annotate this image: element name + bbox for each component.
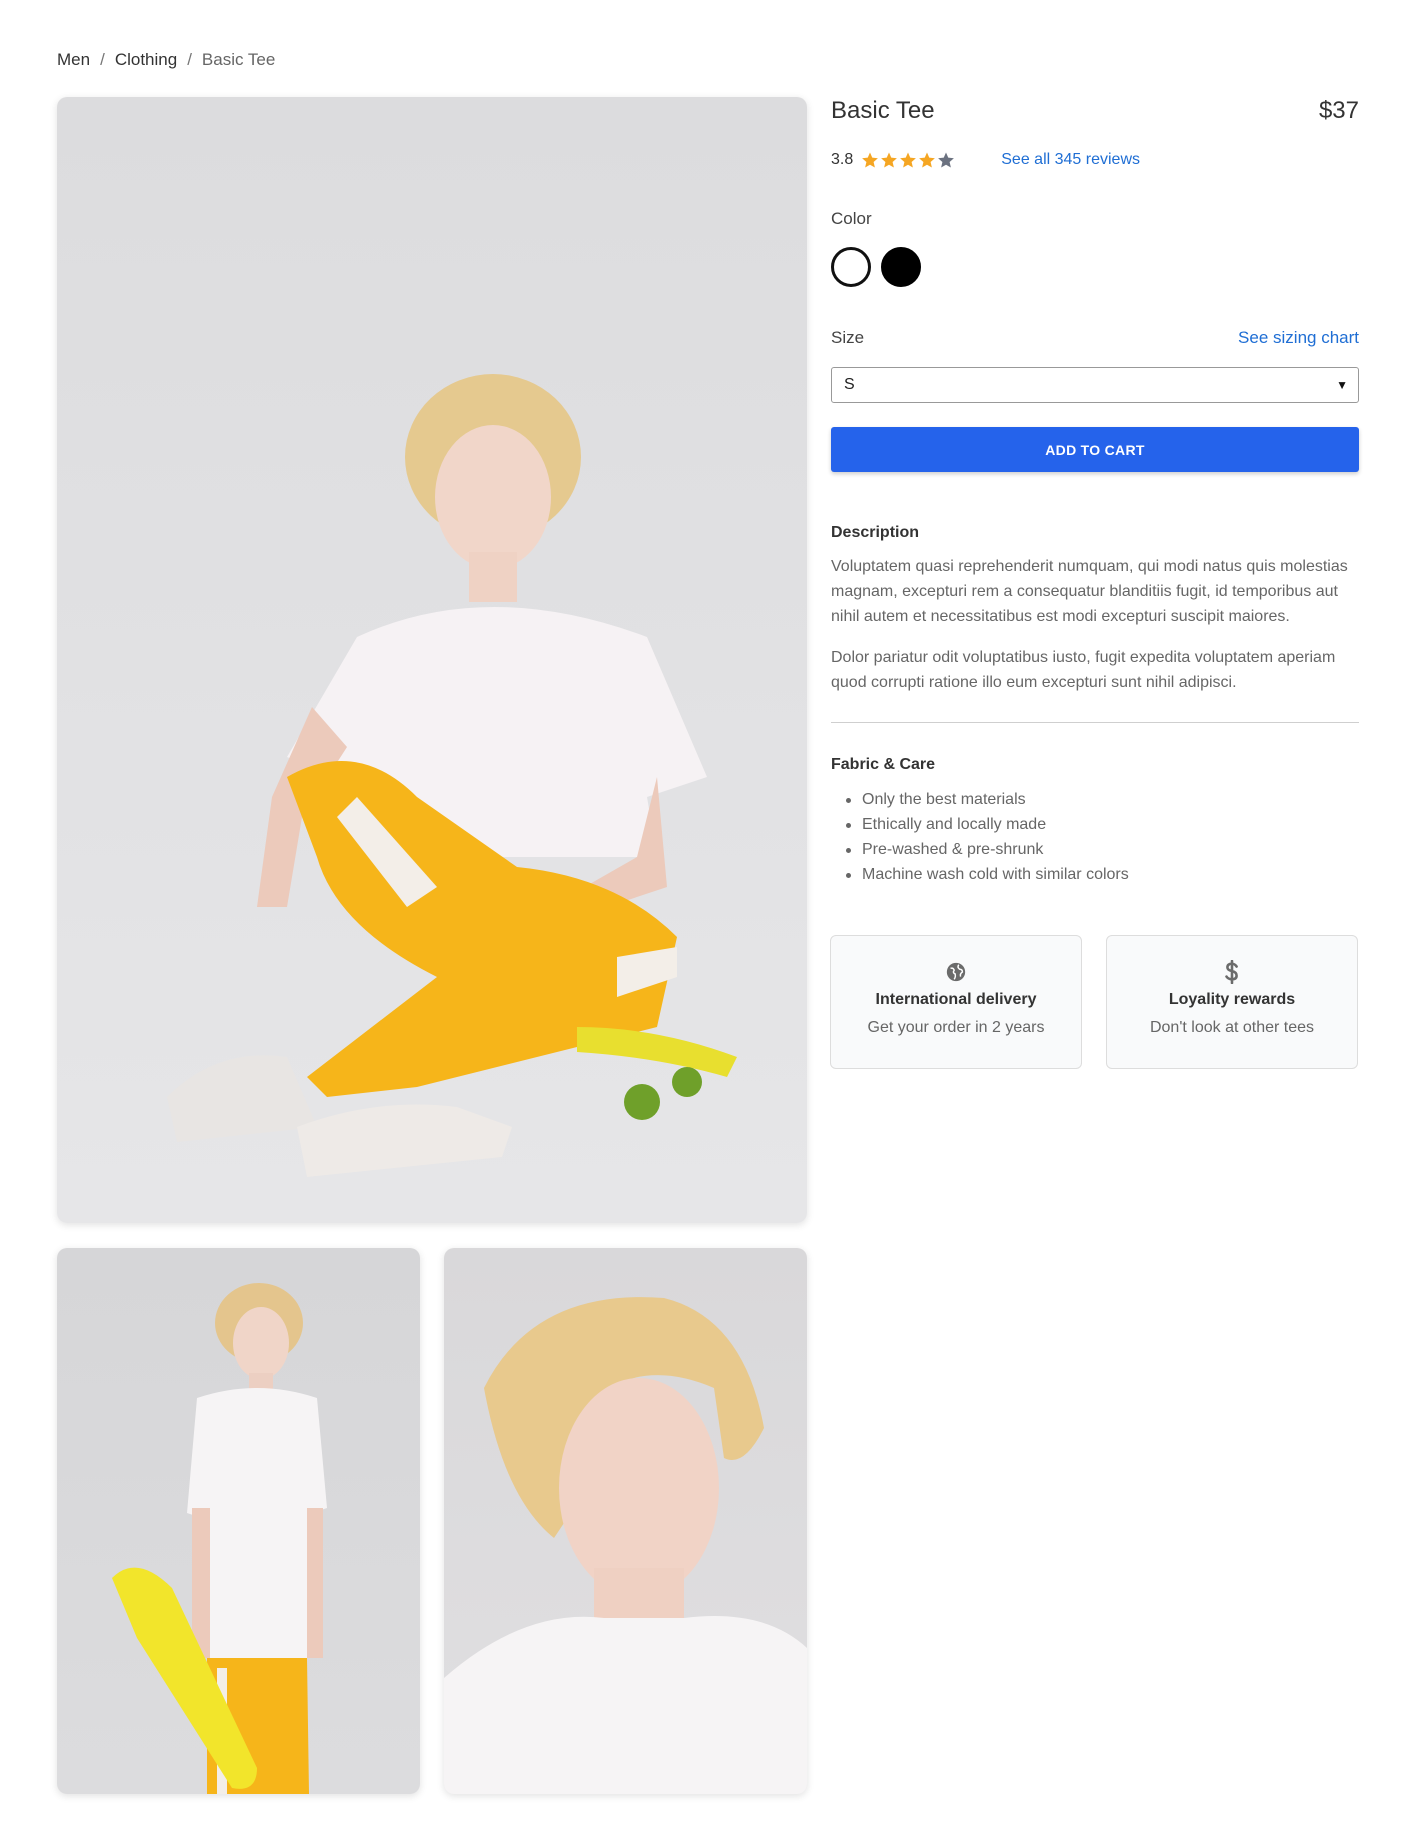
caret-down-icon: ▼ xyxy=(1336,378,1348,392)
see-sizing-chart-link[interactable]: See sizing chart xyxy=(1238,328,1359,348)
perk-title: Loyality rewards xyxy=(1168,991,1296,1008)
description-paragraph: Voluptatem quasi reprehenderit numquam, … xyxy=(831,558,1348,625)
product-full-body-photo xyxy=(57,1248,420,1794)
see-all-reviews-link[interactable]: See all 345 reviews xyxy=(1001,151,1140,169)
star-icon xyxy=(919,152,936,168)
rating-value: 3.8 xyxy=(831,151,854,168)
perk-text: Don't look at other tees xyxy=(1149,1019,1315,1036)
breadcrumb: Men / Clothing / Basic Tee xyxy=(57,50,275,70)
description-heading: Description xyxy=(831,524,920,541)
size-selected-value: S xyxy=(844,376,855,393)
rating-row: 3.8 See all 345 reviews xyxy=(831,151,1140,169)
breadcrumb-men[interactable]: Men xyxy=(57,50,90,70)
perk-title: International delivery xyxy=(875,991,1037,1008)
product-portrait-photo xyxy=(444,1248,807,1794)
star-empty-icon xyxy=(938,152,955,168)
fabric-care-list: Only the best materials Ethically and lo… xyxy=(846,787,1129,887)
rating-stars xyxy=(861,151,955,169)
list-item: Ethically and locally made xyxy=(846,812,1129,837)
description-paragraph: Dolor pariatur odit voluptatibus iusto, … xyxy=(831,649,1336,691)
size-select[interactable]: S ▼ xyxy=(831,367,1359,403)
breadcrumb-separator: / xyxy=(187,50,192,69)
perk-text: Get your order in 2 years xyxy=(867,1019,1045,1036)
dollar-icon xyxy=(1221,960,1243,984)
product-main-photo xyxy=(57,97,807,1223)
color-swatch-black[interactable] xyxy=(881,247,921,287)
add-to-cart-button[interactable]: ADD TO CART xyxy=(831,427,1359,472)
star-icon xyxy=(900,152,917,168)
breadcrumb-clothing[interactable]: Clothing xyxy=(115,50,177,70)
list-item: Machine wash cold with similar colors xyxy=(846,862,1129,887)
breadcrumb-current: Basic Tee xyxy=(201,50,276,69)
color-swatches xyxy=(831,247,921,287)
product-title: Basic Tee xyxy=(831,97,935,124)
star-icon xyxy=(862,152,879,168)
list-item: Only the best materials xyxy=(846,787,1129,812)
color-swatch-white[interactable] xyxy=(831,247,871,287)
product-price: $37 xyxy=(1318,97,1359,124)
star-icon xyxy=(881,152,898,168)
breadcrumb-separator: / xyxy=(100,50,105,69)
perk-international-delivery: International delivery Get your order in… xyxy=(830,935,1082,1069)
section-divider xyxy=(831,722,1359,723)
color-label: Color xyxy=(831,209,872,228)
globe-icon xyxy=(945,961,967,983)
size-label: Size xyxy=(831,328,865,347)
perk-loyalty-rewards: Loyality rewards Don't look at other tee… xyxy=(1106,935,1358,1069)
fabric-care-heading: Fabric & Care xyxy=(831,756,936,773)
list-item: Pre-washed & pre-shrunk xyxy=(846,837,1129,862)
